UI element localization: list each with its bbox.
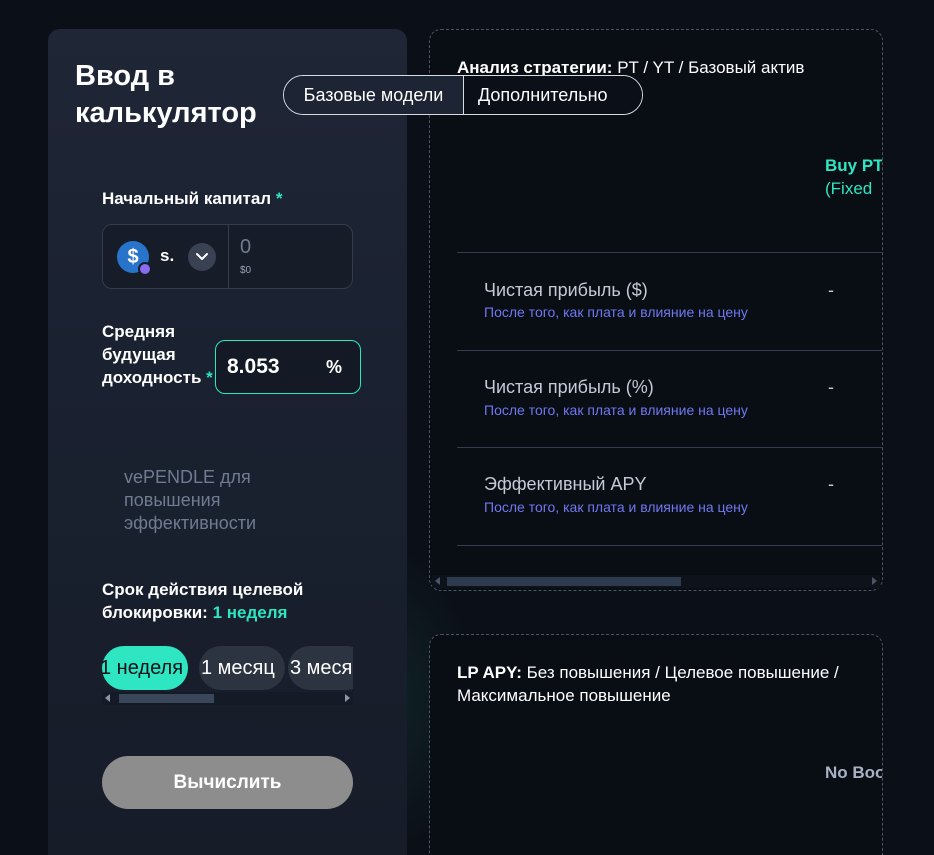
capital-input-group: $ s. 0 $0 — [102, 224, 353, 289]
token-selector[interactable]: $ s. — [103, 225, 229, 288]
mode-tabs: Базовые модели Дополнительно — [283, 75, 643, 115]
usdc-token-icon: $ — [117, 241, 152, 276]
lock-duration-label: Срок действия целевой блокировки: 1 неде… — [102, 578, 347, 624]
tab-advanced[interactable]: Дополнительно — [464, 76, 642, 114]
analysis-table-scrollbar[interactable] — [432, 575, 880, 588]
scrollbar-thumb[interactable] — [447, 577, 681, 586]
column-header-clip: Buy PT (Fixed — [820, 150, 882, 210]
lp-apy-title-bold: LP APY: — [457, 663, 522, 682]
scroll-right-icon[interactable] — [345, 694, 350, 702]
yield-label-text: Средняя будущая доходность — [102, 322, 202, 387]
calculator-input-panel — [48, 29, 407, 855]
capital-label-text: Начальный капитал — [102, 189, 272, 208]
lock-options-scrollbar[interactable] — [102, 692, 353, 705]
vependle-boost-label: vePENDLE для повышения эффективности — [124, 467, 257, 533]
yield-input[interactable]: 8.053 % — [215, 340, 361, 394]
row-title: Чистая прибыль ($) — [484, 280, 648, 300]
scroll-right-icon[interactable] — [872, 577, 877, 585]
tab-basic-models[interactable]: Базовые модели — [284, 76, 464, 114]
capital-amount-input[interactable]: 0 — [240, 236, 251, 259]
capital-label: Начальный капитал * — [102, 187, 282, 210]
row-title: Чистая прибыль (%) — [484, 377, 654, 397]
row-divider — [457, 545, 882, 546]
column-header-buy-pt: Buy PT — [825, 156, 882, 175]
token-symbol: s. — [160, 246, 175, 265]
required-marker: * — [206, 368, 213, 387]
analysis-title-rest: PT / YT / Базовый актив — [617, 58, 805, 77]
row-subtitle: После того, как плата и влияние на цену — [484, 304, 748, 320]
row-value: - — [828, 377, 834, 397]
row-subtitle: После того, как плата и влияние на цену — [484, 499, 748, 515]
row-value: - — [828, 280, 834, 300]
scroll-left-icon[interactable] — [435, 577, 440, 585]
row-value: - — [828, 474, 834, 494]
chevron-down-icon[interactable] — [188, 243, 216, 271]
chain-badge-icon — [138, 262, 152, 276]
yield-value: 8.053 — [227, 355, 280, 378]
row-subtitle: После того, как плата и влияние на цену — [484, 402, 748, 418]
scroll-left-icon[interactable] — [105, 694, 110, 702]
row-divider — [457, 252, 882, 253]
row-title: Эффективный APY — [484, 474, 647, 494]
row-divider — [457, 350, 882, 351]
capital-usd-value: $0 — [240, 265, 252, 276]
lock-option-3-months[interactable]: 3 месяца — [288, 646, 353, 690]
column-header-no-boost: No Boost — [825, 763, 882, 782]
lp-apy-title: LP APY: Без повышения / Целевое повышени… — [457, 661, 857, 707]
lock-option-1-week[interactable]: 1 неделя — [102, 646, 188, 690]
yield-label: Средняя будущая доходность * — [102, 320, 217, 389]
column-header-fixed: (Fixed — [825, 179, 873, 198]
lock-option-1-month[interactable]: 1 месяц — [199, 646, 285, 690]
required-marker: * — [275, 189, 283, 208]
row-divider — [457, 447, 882, 448]
lock-duration-selected: 1 неделя — [212, 603, 288, 622]
panel-title: Ввод в калькулятор — [75, 60, 257, 129]
yield-unit: % — [326, 357, 343, 377]
scrollbar-thumb[interactable] — [119, 694, 214, 703]
column-header-clip: No Boost — [820, 760, 882, 788]
lock-duration-options: 1 неделя 1 месяц 3 месяца — [102, 646, 353, 692]
calculate-button[interactable]: Вычислить — [102, 756, 353, 809]
